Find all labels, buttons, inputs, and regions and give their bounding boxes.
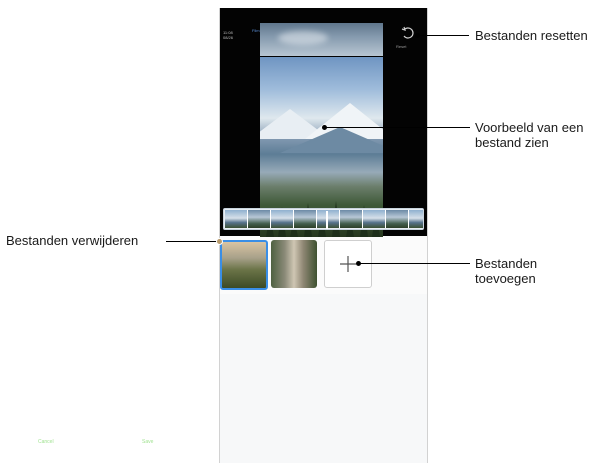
preview-callout-line bbox=[326, 127, 470, 128]
add-callout-line2: toevoegen bbox=[475, 271, 536, 286]
preview-area: 11:08 08/26 Film Reset bbox=[220, 8, 427, 237]
reset-icon[interactable] bbox=[401, 26, 415, 40]
add-file-button[interactable] bbox=[324, 240, 372, 288]
save-button[interactable]: Save bbox=[142, 439, 153, 445]
add-callout-line bbox=[360, 263, 470, 264]
delete-callout-dot bbox=[216, 238, 223, 245]
reset-label: Reset bbox=[396, 44, 407, 49]
phone-screen: 11:08 08/26 Film Reset bbox=[219, 8, 428, 463]
add-callout-label: Bestanden toevoegen bbox=[475, 256, 537, 286]
file-thumbnails bbox=[220, 240, 427, 292]
preview-callout-line1: Voorbeeld van een bbox=[475, 120, 584, 135]
empty-area bbox=[220, 294, 427, 463]
preview-callout-line2: bestand zien bbox=[475, 135, 549, 150]
add-callout-line1: Bestanden bbox=[475, 256, 538, 271]
file-thumbnail-1[interactable] bbox=[220, 240, 268, 290]
delete-callout-label: Bestanden verwijderen bbox=[6, 233, 139, 248]
status-date: 08/26 bbox=[223, 35, 234, 40]
timeline-handle[interactable] bbox=[326, 211, 328, 229]
delete-callout-line bbox=[166, 241, 218, 242]
plus-icon bbox=[340, 256, 356, 272]
cancel-button[interactable]: Cancel bbox=[38, 439, 54, 445]
preview-callout-label: Voorbeeld van een bestand zien bbox=[475, 120, 583, 150]
status-time-date: 11:08 08/26 bbox=[223, 30, 233, 40]
reset-callout-label: Bestanden resetten bbox=[475, 28, 588, 43]
sky-strip-image bbox=[260, 23, 383, 56]
status-mode: Film bbox=[252, 28, 260, 33]
reset-callout-line bbox=[419, 35, 469, 36]
file-thumbnail-2[interactable] bbox=[271, 240, 317, 288]
timeline-strip[interactable] bbox=[223, 208, 424, 230]
